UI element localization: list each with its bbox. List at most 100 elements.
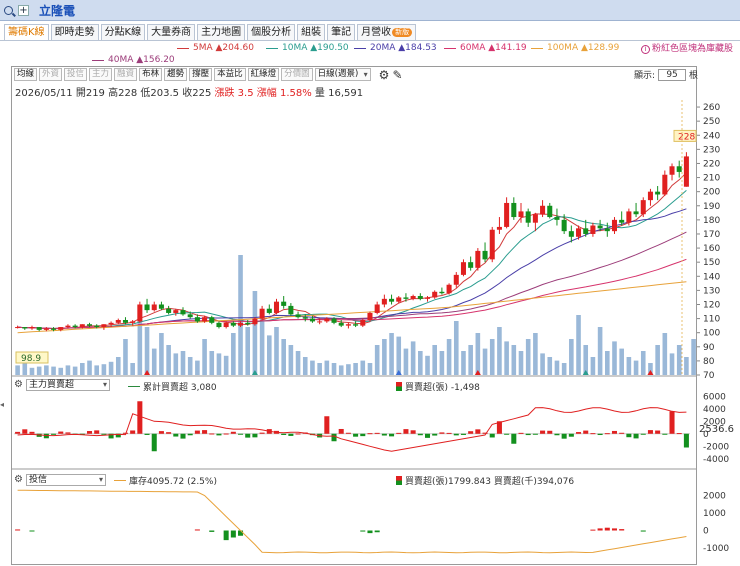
- tab-4[interactable]: 主力地圖: [197, 24, 246, 40]
- buyback-hint: i 粉紅色區塊為庫藏股: [641, 41, 733, 54]
- price-tick-label: 70: [703, 371, 715, 381]
- tab-label: 筆記: [331, 27, 352, 38]
- panel3-legend-bar-text: 買賣超(張)1799.843 買賣超(千)394,076: [405, 477, 575, 487]
- ma60-swatch: [444, 47, 456, 49]
- price-tick-label: 190: [703, 202, 720, 212]
- panel2-indicator-select[interactable]: 主力買賣超: [26, 379, 110, 391]
- add-tab-button[interactable]: +: [18, 4, 29, 16]
- panel2-legend-bar: 買賣超(張) -1,498: [396, 380, 480, 393]
- panel3-tick-label: 2000: [703, 492, 726, 502]
- ma5-text: 5MA ▲204.60: [193, 43, 254, 53]
- toolbar-button-1[interactable]: 外資: [39, 68, 63, 81]
- price-tick-label: 130: [703, 286, 720, 296]
- open-label: 開: [75, 88, 86, 99]
- close-value: 225: [192, 88, 212, 99]
- price-tick-label: 110: [703, 315, 720, 325]
- tab-label: 個股分析: [251, 27, 292, 38]
- panel2-gear-icon[interactable]: ⚙: [14, 380, 23, 390]
- pct-value: 漲幅 1.58%: [256, 88, 312, 99]
- tab-label: 籌碼K線: [8, 27, 45, 38]
- show-unit: 根: [689, 71, 699, 81]
- info-icon: i: [641, 45, 650, 54]
- panel2-bar-swatch: [396, 382, 402, 391]
- price-tick-label: 210: [703, 174, 720, 184]
- panel2-tick-label: 2000: [703, 417, 726, 427]
- chart-toolbar: 日線(週景) ⚙ ✎ 均線外資投信主力融資布林趨勢撐壓本益比紅綠燈分價圖: [14, 68, 403, 81]
- tab-1[interactable]: 即時走勢: [50, 24, 99, 40]
- low-label: 低: [140, 88, 151, 99]
- ma60-legend: 60MA ▲141.19: [444, 43, 527, 53]
- show-count-input[interactable]: 95: [658, 68, 687, 81]
- toolbar-button-3[interactable]: 主力: [89, 68, 113, 81]
- price-tick-label: 230: [703, 145, 720, 155]
- price-tick-label: 200: [703, 188, 720, 198]
- price-tick-label: 100: [703, 329, 720, 339]
- ma100-legend: 100MA ▲128.99: [531, 43, 619, 53]
- ma20-text: 20MA ▲184.53: [370, 43, 437, 53]
- toolbar-button-0[interactable]: 均線: [14, 68, 38, 81]
- tab-5[interactable]: 個股分析: [247, 24, 296, 40]
- panel-resize-grip[interactable]: ◂: [0, 400, 4, 409]
- ma20-legend: 20MA ▲184.53: [354, 43, 437, 53]
- tab-label: 大量券商: [151, 27, 192, 38]
- panel2-legend-bar-text: 買賣超(張) -1,498: [405, 383, 480, 393]
- price-tick-label: 250: [703, 117, 720, 127]
- toolbar-button-5[interactable]: 布林: [139, 68, 163, 81]
- settings-gear-icon[interactable]: ⚙: [379, 69, 390, 81]
- toolbar-button-2[interactable]: 投信: [64, 68, 88, 81]
- ma20-swatch: [354, 47, 366, 49]
- ma40-legend: 40MA ▲156.20: [92, 55, 175, 65]
- tab-0[interactable]: 籌碼K線: [4, 24, 49, 40]
- draw-pen-icon[interactable]: ✎: [392, 69, 402, 81]
- panel3-gear-icon[interactable]: ⚙: [14, 475, 23, 485]
- tab-label: 組裝: [301, 27, 322, 38]
- price-tick-label: 160: [703, 244, 720, 254]
- toolbar-button-9[interactable]: 紅綠燈: [247, 68, 280, 81]
- toolbar-button-8[interactable]: 本益比: [214, 68, 246, 81]
- panel2-tick-label: 0: [703, 430, 709, 440]
- tab-6[interactable]: 組裝: [297, 24, 326, 40]
- tab-7[interactable]: 筆記: [327, 24, 356, 40]
- price-tick-label: 180: [703, 216, 720, 226]
- period-select[interactable]: 日線(週景): [314, 68, 371, 81]
- panel3-bar-swatch: [396, 476, 402, 485]
- panel2-legend-line-text: 累計買賣超 3,080: [143, 383, 217, 393]
- info-date: 2026/05/11: [15, 88, 73, 99]
- low-value: 203.5: [150, 88, 180, 99]
- price-tick-label: 170: [703, 230, 720, 240]
- panel2-tick-label: -4000: [703, 455, 729, 465]
- title-bar: + 立隆電: [0, 0, 740, 21]
- toolbar-button-10[interactable]: 分價圖: [281, 68, 313, 81]
- open-value: 219: [85, 88, 105, 99]
- panel3-indicator-select[interactable]: 投信: [26, 474, 106, 486]
- high-label: 高: [108, 88, 119, 99]
- panel2-tick-label: 6000: [703, 392, 726, 402]
- stock-title: 立隆電: [39, 3, 76, 18]
- price-tick-label: 80: [703, 357, 715, 367]
- tab-label: 月營收: [361, 27, 392, 38]
- ma100-swatch: [531, 47, 543, 49]
- tab-2[interactable]: 分點K線: [100, 24, 146, 40]
- toolbar-button-4[interactable]: 融資: [114, 68, 138, 81]
- panel3-tick-label: 1000: [703, 509, 726, 519]
- ma100-text: 100MA ▲128.99: [547, 43, 620, 53]
- ma5-legend: 5MA ▲204.60: [177, 43, 254, 53]
- close-label: 收: [182, 88, 193, 99]
- panel2-tick-label: -2000: [703, 442, 729, 452]
- toolbar-button-7[interactable]: 撐壓: [189, 68, 213, 81]
- ma10-swatch: [266, 47, 278, 49]
- show-label: 顯示:: [634, 71, 656, 81]
- panel3-legend-line: 庫存4095.72 (2.5%): [114, 474, 217, 487]
- panel3-legend-bar: 買賣超(張)1799.843 買賣超(千)394,076: [396, 474, 574, 487]
- tab-divider: [0, 40, 740, 41]
- new-badge: 新版: [392, 28, 413, 37]
- tab-8[interactable]: 月營收 新版: [357, 24, 417, 40]
- tab-bar: 籌碼K線 即時走勢 分點K線 大量券商 主力地圖 個股分析 組裝 筆記 月營收 新版: [4, 24, 418, 41]
- chart-frame: [11, 66, 697, 565]
- price-tick-label: 150: [703, 258, 720, 268]
- show-count-control: 顯示: 95 根: [634, 68, 698, 81]
- toolbar-button-6[interactable]: 趨勢: [164, 68, 188, 81]
- search-icon[interactable]: [4, 5, 13, 15]
- panel3-tick-label: -1000: [703, 544, 729, 554]
- tab-3[interactable]: 大量券商: [147, 24, 196, 40]
